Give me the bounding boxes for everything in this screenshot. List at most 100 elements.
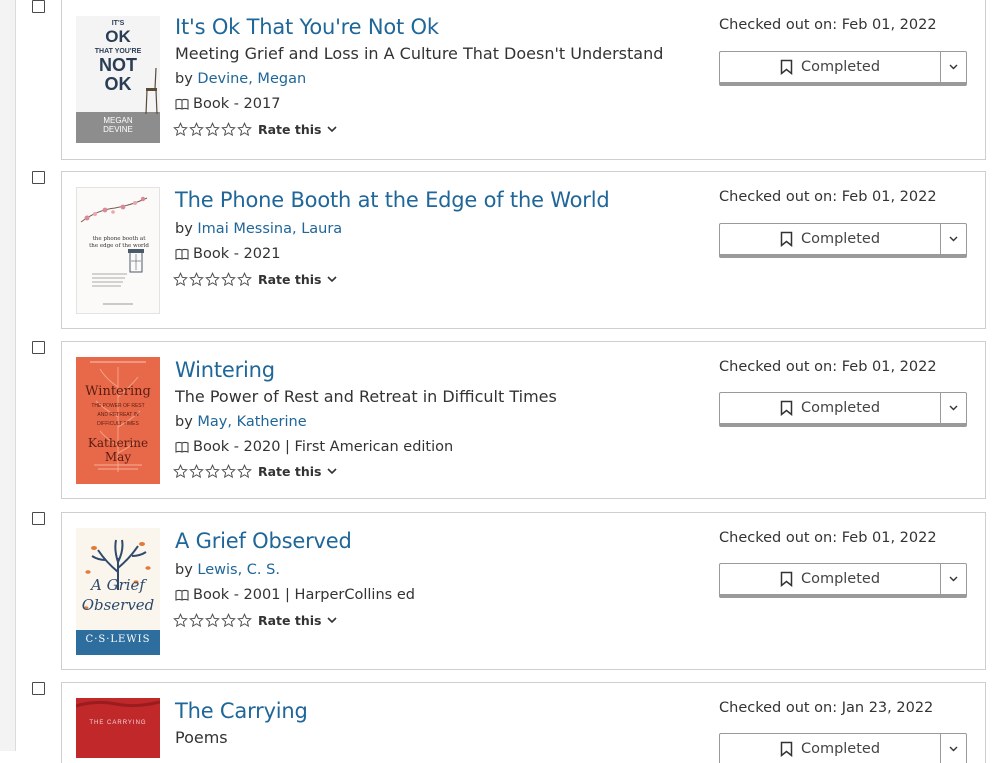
star-icon[interactable] [173,464,188,479]
status-dropdown-toggle[interactable] [940,224,966,254]
star-icon[interactable] [237,613,252,628]
rate-this-button[interactable]: Rate this [258,122,321,137]
checked-out-date: Checked out on: Feb 01, 2022 [719,359,937,375]
book-icon [175,589,189,601]
author-link[interactable]: May, Katherine [197,414,306,430]
shelf-item-card-1: IT'S OK THAT YOU'RE NOT OK MEGAN DEVINE … [61,0,986,160]
star-icon[interactable] [221,464,236,479]
shelf-status-button[interactable]: Completed [719,51,967,86]
shelf-status-button[interactable]: Completed [719,733,967,763]
completed-button[interactable]: Completed [720,52,940,82]
star-icon[interactable] [173,613,188,628]
rating-widget[interactable]: Rate this [173,464,338,479]
star-icon[interactable] [189,613,204,628]
star-icon[interactable] [205,122,220,137]
rating-widget[interactable]: Rate this [173,272,338,287]
star-icon[interactable] [237,272,252,287]
byline: by Lewis, C. S. [175,562,280,578]
star-icon[interactable] [221,122,236,137]
chevron-down-icon[interactable] [949,746,958,752]
completed-button[interactable]: Completed [720,393,940,423]
completed-button[interactable]: Completed [720,734,940,763]
status-dropdown-toggle[interactable] [940,564,966,594]
chevron-down-icon[interactable] [949,64,958,70]
author-link[interactable]: Lewis, C. S. [197,562,280,578]
cover-text: NOT [99,55,137,75]
select-checkbox-2[interactable] [32,171,45,184]
chevron-down-icon[interactable] [327,468,338,475]
select-checkbox-5[interactable] [32,682,45,695]
star-icon[interactable] [205,613,220,628]
star-rating[interactable] [173,122,253,137]
cover-art [76,698,160,758]
checked-out-date: Checked out on: Feb 01, 2022 [719,530,937,546]
rate-this-button[interactable]: Rate this [258,272,321,287]
chevron-down-icon[interactable] [327,126,338,133]
book-title-link[interactable]: It's Ok That You're Not Ok [175,15,439,39]
format-text: Book - 2001 | HarperCollins ed [193,587,415,603]
rate-this-button[interactable]: Rate this [258,464,321,479]
book-cover[interactable]: THE CARRYING [76,698,160,758]
book-title-link[interactable]: The Phone Booth at the Edge of the World [175,188,610,212]
shelf-item-card-2: the phone booth at the edge of the world… [61,171,986,329]
book-cover[interactable]: the phone booth at the edge of the world [76,187,160,314]
status-dropdown-toggle[interactable] [940,393,966,423]
cover-text: Wintering [85,384,151,399]
status-dropdown-toggle[interactable] [940,734,966,763]
book-cover[interactable]: A Grief Observed C·S·LEWIS [76,528,160,655]
book-cover[interactable]: Wintering THE POWER OF REST AND RETREAT … [76,357,160,484]
chevron-down-icon[interactable] [949,405,958,411]
book-title-link[interactable]: A Grief Observed [175,529,352,553]
chevron-down-icon[interactable] [327,276,338,283]
status-label: Completed [800,400,881,416]
star-icon[interactable] [173,272,188,287]
cover-text: the phone booth at the edge of the world [89,236,149,249]
star-icon[interactable] [205,272,220,287]
select-checkbox-3[interactable] [32,341,45,354]
star-rating[interactable] [173,464,253,479]
shelf-status-button[interactable]: Completed [719,563,967,598]
star-icon[interactable] [205,464,220,479]
book-title-link[interactable]: The Carrying [175,699,308,723]
format-info: Book - 2020 | First American edition [175,439,453,455]
chevron-down-icon[interactable] [327,617,338,624]
cover-text: A Grief [91,576,145,594]
cover-author: MEGAN DEVINE [103,116,133,134]
format-text: Book - 2021 [193,246,281,262]
shelf-status-button[interactable]: Completed [719,223,967,258]
author-link[interactable]: Imai Messina, Laura [197,221,342,237]
star-icon[interactable] [189,122,204,137]
completed-button[interactable]: Completed [720,564,940,594]
star-icon[interactable] [189,272,204,287]
star-icon[interactable] [221,272,236,287]
book-icon [175,441,189,453]
star-rating[interactable] [173,272,253,287]
chevron-down-icon[interactable] [949,576,958,582]
rating-widget[interactable]: Rate this [173,613,338,628]
rating-widget[interactable]: Rate this [173,122,338,137]
shelf-status-button[interactable]: Completed [719,392,967,427]
by-label: by [175,414,193,430]
format-info: Book - 2017 [175,96,280,112]
star-icon[interactable] [237,122,252,137]
chevron-down-icon[interactable] [949,236,958,242]
byline: by May, Katherine [175,414,307,430]
cover-art [77,188,159,313]
status-dropdown-toggle[interactable] [940,52,966,82]
book-cover[interactable]: IT'S OK THAT YOU'RE NOT OK MEGAN DEVINE [76,16,160,143]
star-icon[interactable] [237,464,252,479]
select-checkbox-1[interactable] [32,0,45,13]
cover-text: Observed [81,596,155,614]
by-label: by [175,221,193,237]
completed-button[interactable]: Completed [720,224,940,254]
author-link[interactable]: Devine, Megan [197,71,306,87]
by-label: by [175,562,193,578]
select-checkbox-4[interactable] [32,512,45,525]
rate-this-button[interactable]: Rate this [258,613,321,628]
star-rating[interactable] [173,613,253,628]
left-rail [0,0,16,751]
star-icon[interactable] [173,122,188,137]
book-title-link[interactable]: Wintering [175,358,275,382]
star-icon[interactable] [221,613,236,628]
star-icon[interactable] [189,464,204,479]
